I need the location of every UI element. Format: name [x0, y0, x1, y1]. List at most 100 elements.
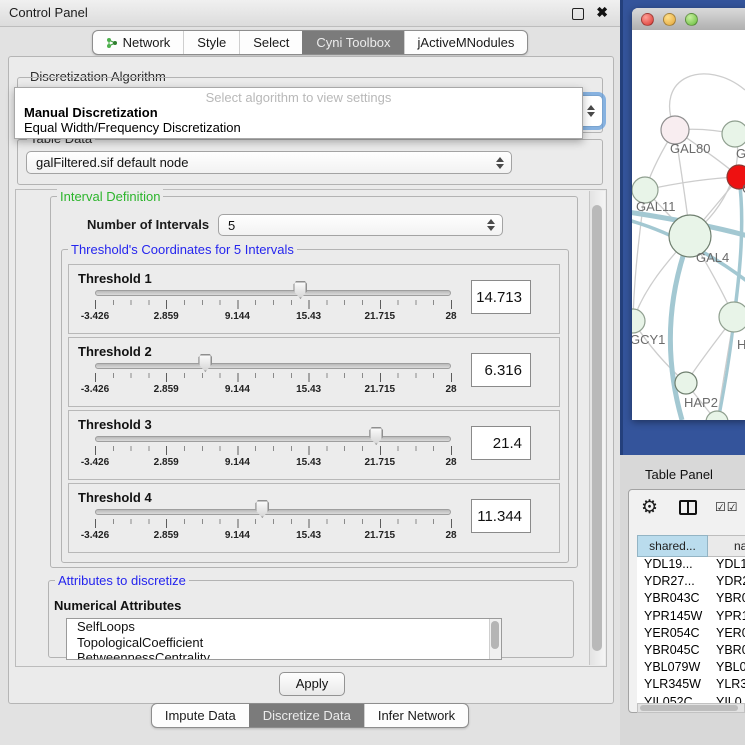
cell-name[interactable]: YBL0 [708, 660, 745, 677]
table-row[interactable]: YBR045CYBR0 [637, 643, 745, 660]
list-scrollbar-thumb[interactable] [491, 621, 499, 649]
column-header-name[interactable]: na [708, 535, 745, 557]
float-window-icon[interactable] [572, 8, 584, 20]
menu-item-equal-width-frequency[interactable]: Equal Width/Frequency Discretization [24, 120, 241, 135]
tab-discretize-data[interactable]: Discretize Data [249, 704, 364, 727]
cyni-toolbox-panel: Discretization Algorithm Select algorith… [8, 56, 614, 704]
checkbox-icons[interactable]: ☑☑ [715, 500, 739, 514]
tab-jactivemnodules[interactable]: jActiveMNodules [404, 31, 528, 54]
cell-name[interactable]: YBR0 [708, 643, 745, 660]
table-row[interactable]: YLR345WYLR3 [637, 677, 745, 694]
network-canvas[interactable]: GAL80GCGAL11GAL4GCY1HHAP2 [632, 30, 745, 420]
cell-name[interactable]: YBR0 [708, 591, 745, 608]
threshold-1-value-field[interactable]: 14.713 [471, 280, 531, 314]
cell-shared-name[interactable]: YDL19... [637, 557, 708, 574]
panel-scrollbar[interactable] [589, 191, 605, 665]
slider-track[interactable] [95, 436, 451, 442]
apply-button[interactable]: Apply [279, 672, 345, 696]
tick-label: 28 [445, 311, 456, 322]
cell-name[interactable]: YDL1 [708, 557, 745, 574]
minimize-traffic-light-icon[interactable] [663, 13, 676, 26]
threshold-3-slider[interactable]: -3.4262.8599.14415.4321.71528 [95, 411, 451, 481]
cell-shared-name[interactable]: YBR043C [637, 591, 708, 608]
table-row[interactable]: YBL079WYBL0 [637, 660, 745, 677]
slider-thumb[interactable] [293, 281, 307, 299]
combo-stepper-icon[interactable] [496, 157, 504, 169]
network-graph[interactable]: GAL80GCGAL11GAL4GCY1HHAP2 [632, 30, 745, 420]
network-node[interactable] [719, 302, 745, 332]
network-edge[interactable] [718, 317, 734, 420]
table-row[interactable]: YIL052CYIL0 [637, 695, 745, 704]
table-row[interactable]: YDR27...YDR2 [637, 574, 745, 591]
list-scrollbar[interactable] [489, 619, 501, 659]
tab-infer-network[interactable]: Infer Network [364, 704, 468, 727]
slider-thumb[interactable] [198, 354, 212, 372]
tab-network-label: Network [123, 35, 171, 50]
cell-shared-name[interactable]: YPR145W [637, 609, 708, 626]
table-row[interactable]: YER054CYER0 [637, 626, 745, 643]
tick-label: 2.859 [154, 530, 179, 541]
numerical-attributes-list[interactable]: SelfLoopsTopologicalCoefficientBetweenne… [66, 618, 502, 660]
network-edge[interactable] [645, 177, 739, 190]
slider-major-ticks [95, 519, 452, 528]
column-header-shared[interactable]: shared... [637, 535, 708, 557]
network-node[interactable] [632, 309, 645, 333]
split-view-icon[interactable] [679, 500, 697, 515]
cell-name[interactable]: YPR1 [708, 609, 745, 626]
tab-style[interactable]: Style [183, 31, 239, 54]
network-edge[interactable] [734, 177, 742, 317]
number-of-intervals-combobox[interactable]: 5 [218, 214, 503, 236]
threshold-4-value-field[interactable]: 11.344 [471, 499, 531, 533]
threshold-2-row: Threshold 2 -3.4262.8599.14415.4321.7152… [68, 337, 560, 407]
cell-shared-name[interactable]: YIL052C [637, 695, 708, 704]
table-row[interactable]: YPR145WYPR1 [637, 609, 745, 626]
threshold-3-value-field[interactable]: 21.4 [471, 426, 531, 460]
network-node[interactable] [661, 116, 689, 144]
close-traffic-light-icon[interactable] [641, 13, 654, 26]
gear-icon[interactable]: ⚙ [641, 496, 658, 519]
close-icon[interactable]: ✖ [596, 4, 608, 21]
cell-shared-name[interactable]: YDR27... [637, 574, 708, 591]
attribute-list-item[interactable]: TopologicalCoefficient [67, 635, 501, 651]
cell-name[interactable]: YDR2 [708, 574, 745, 591]
table-horizontal-scrollbar[interactable] [637, 703, 745, 713]
cell-name[interactable]: YLR3 [708, 677, 745, 694]
menu-item-manual-discretization[interactable]: Manual Discretization [24, 105, 158, 120]
slider-track[interactable] [95, 290, 451, 296]
threshold-4-slider[interactable]: -3.4262.8599.14415.4321.71528 [95, 484, 451, 554]
control-panel-titlebar: Control Panel ✖ [0, 0, 620, 27]
cell-shared-name[interactable]: YBR045C [637, 643, 708, 660]
table-horizontal-scrollbar-thumb[interactable] [640, 705, 738, 711]
threshold-2-slider[interactable]: -3.4262.8599.14415.4321.71528 [95, 338, 451, 408]
table-row[interactable]: YBR043CYBR0 [637, 591, 745, 608]
tab-select[interactable]: Select [239, 31, 302, 54]
slider-thumb[interactable] [255, 500, 269, 518]
slider-track[interactable] [95, 509, 451, 515]
cell-shared-name[interactable]: YBL079W [637, 660, 708, 677]
cell-shared-name[interactable]: YLR345W [637, 677, 708, 694]
tick-label: 28 [445, 530, 456, 541]
slider-thumb[interactable] [369, 427, 383, 445]
network-node[interactable] [675, 372, 697, 394]
table-row[interactable]: YDL19...YDL1 [637, 557, 745, 574]
cell-shared-name[interactable]: YER054C [637, 626, 708, 643]
tab-impute-data[interactable]: Impute Data [152, 704, 249, 727]
threshold-2-value-field[interactable]: 6.316 [471, 353, 531, 387]
network-window-titlebar[interactable] [632, 8, 745, 31]
cell-name[interactable]: YER0 [708, 626, 745, 643]
tab-network[interactable]: Network [93, 31, 184, 54]
settings-scroll-panel: Interval Definition Number of Intervals … [15, 189, 607, 667]
slider-major-ticks [95, 373, 452, 382]
threshold-1-slider[interactable]: -3.4262.8599.14415.4321.71528 [95, 265, 451, 335]
combo-stepper-icon[interactable] [487, 219, 495, 231]
zoom-traffic-light-icon[interactable] [685, 13, 698, 26]
attribute-list-item[interactable]: BetweennessCentrality [67, 650, 501, 660]
tab-cyni-toolbox[interactable]: Cyni Toolbox [302, 31, 403, 54]
table-data-combobox[interactable]: galFiltered.sif default node [26, 151, 512, 174]
slider-track[interactable] [95, 363, 451, 369]
network-node[interactable] [722, 121, 745, 147]
combo-stepper-icon[interactable] [587, 105, 595, 117]
panel-scrollbar-thumb[interactable] [592, 205, 602, 651]
attribute-list-item[interactable]: SelfLoops [67, 619, 501, 635]
cell-name[interactable]: YIL0 [708, 695, 742, 704]
